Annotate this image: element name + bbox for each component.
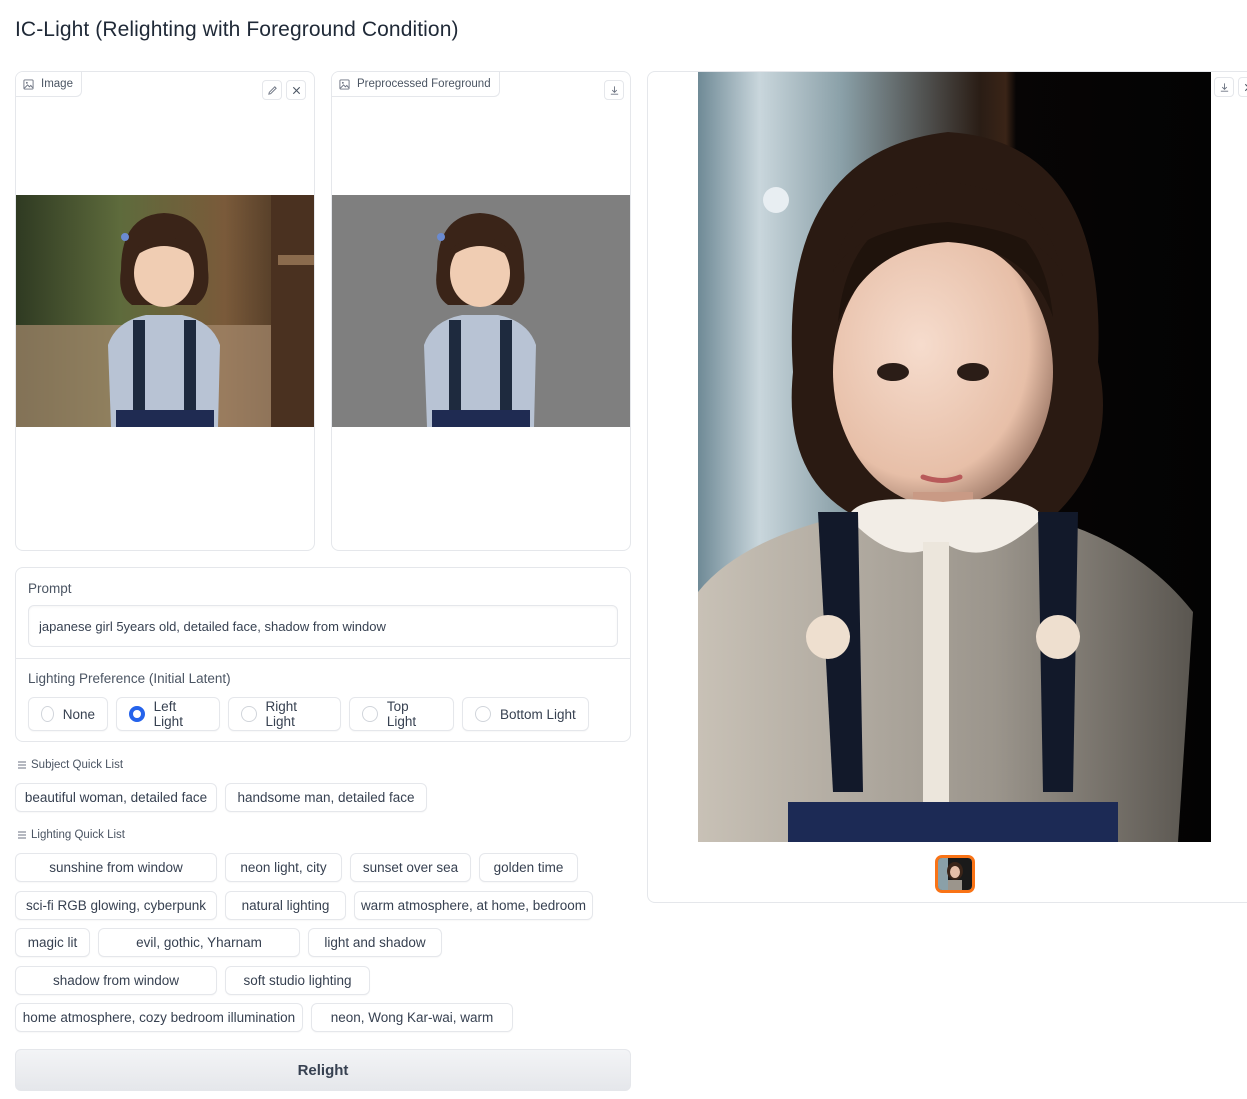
prompt-input[interactable]	[28, 605, 618, 647]
lighting-chip[interactable]: sunshine from window	[15, 853, 217, 882]
lighting-chip[interactable]: magic lit	[15, 928, 90, 957]
radio-label: Right Light	[265, 699, 298, 729]
radio-top-light[interactable]: Top Light	[349, 697, 454, 731]
lighting-preference-radio-group: None Left Light Right Light Top Light Bo…	[28, 697, 589, 731]
relight-button[interactable]: Relight	[15, 1049, 631, 1091]
close-icon	[292, 86, 300, 94]
input-image-panel[interactable]: Image	[15, 71, 315, 551]
lighting-chip[interactable]: shadow from window	[15, 966, 217, 995]
radio-dot	[362, 706, 378, 722]
radio-left-light[interactable]: Left Light	[116, 697, 220, 731]
radio-label: None	[62, 706, 95, 722]
lighting-chip[interactable]: evil, gothic, Yharnam	[98, 928, 300, 957]
prompt-form: Prompt Lighting Preference (Initial Late…	[15, 567, 631, 742]
download-preprocessed-button[interactable]	[604, 80, 624, 100]
lighting-chip[interactable]: home atmosphere, cozy bedroom illuminati…	[15, 1003, 303, 1032]
radio-dot	[475, 706, 491, 722]
lighting-chip[interactable]: neon, Wong Kar-wai, warm	[311, 1003, 513, 1032]
lighting-chip[interactable]: natural lighting	[225, 891, 346, 920]
subject-chip[interactable]: beautiful woman, detailed face	[15, 783, 217, 812]
result-photo[interactable]	[698, 72, 1211, 842]
result-thumbnail-selected[interactable]	[935, 855, 975, 893]
preprocessed-label-tab: Preprocessed Foreground	[332, 72, 500, 97]
lighting-quick-list-title: Lighting Quick List	[31, 829, 125, 841]
radio-bottom-light[interactable]: Bottom Light	[462, 697, 589, 731]
radio-label: Left Light	[153, 699, 183, 729]
lighting-chip[interactable]: warm atmosphere, at home, bedroom	[354, 891, 593, 920]
subject-quick-list-title: Subject Quick List	[31, 759, 124, 771]
preprocessed-photo	[332, 195, 630, 427]
lighting-chip[interactable]: neon light, city	[225, 853, 342, 882]
preprocessed-panel: Preprocessed Foreground	[331, 71, 631, 551]
download-result-button[interactable]	[1214, 77, 1234, 97]
result-gallery	[647, 71, 1247, 903]
lighting-chip[interactable]: light and shadow	[308, 928, 442, 957]
radio-none[interactable]: None	[28, 697, 108, 731]
lighting-quick-list-label: Lighting Quick List	[17, 829, 125, 841]
subject-quick-list-label: Subject Quick List	[17, 759, 123, 771]
edit-image-button[interactable]	[262, 80, 282, 100]
input-image-label-tab: Image	[16, 72, 82, 97]
lighting-chip[interactable]: sci-fi RGB glowing, cyberpunk	[15, 891, 217, 920]
close-icon	[1244, 83, 1247, 91]
image-icon	[23, 78, 34, 90]
image-icon	[339, 78, 350, 90]
radio-dot	[241, 706, 257, 722]
list-icon	[18, 761, 26, 769]
radio-label: Bottom Light	[500, 706, 576, 722]
page-title: IC-Light (Relighting with Foreground Con…	[15, 18, 459, 41]
radio-dot	[41, 706, 54, 722]
download-icon	[610, 85, 618, 95]
input-photo	[16, 195, 314, 427]
download-icon	[1220, 82, 1228, 92]
radio-right-light[interactable]: Right Light	[228, 697, 341, 731]
lighting-chip[interactable]: golden time	[479, 853, 578, 882]
prompt-label: Prompt	[28, 581, 72, 596]
subject-chip[interactable]: handsome man, detailed face	[225, 783, 427, 812]
radio-dot-selected	[129, 706, 145, 722]
lighting-chip[interactable]: soft studio lighting	[225, 966, 370, 995]
lighting-preference-label: Lighting Preference (Initial Latent)	[28, 671, 231, 686]
clear-image-button[interactable]	[286, 80, 306, 100]
preprocessed-label: Preprocessed Foreground	[357, 78, 491, 90]
close-gallery-button[interactable]	[1238, 77, 1247, 97]
lighting-chip[interactable]: sunset over sea	[350, 853, 471, 882]
list-icon	[18, 831, 26, 839]
pencil-icon	[267, 85, 277, 95]
radio-label: Top Light	[386, 699, 417, 729]
divider	[16, 658, 630, 659]
input-image-label: Image	[41, 78, 73, 90]
